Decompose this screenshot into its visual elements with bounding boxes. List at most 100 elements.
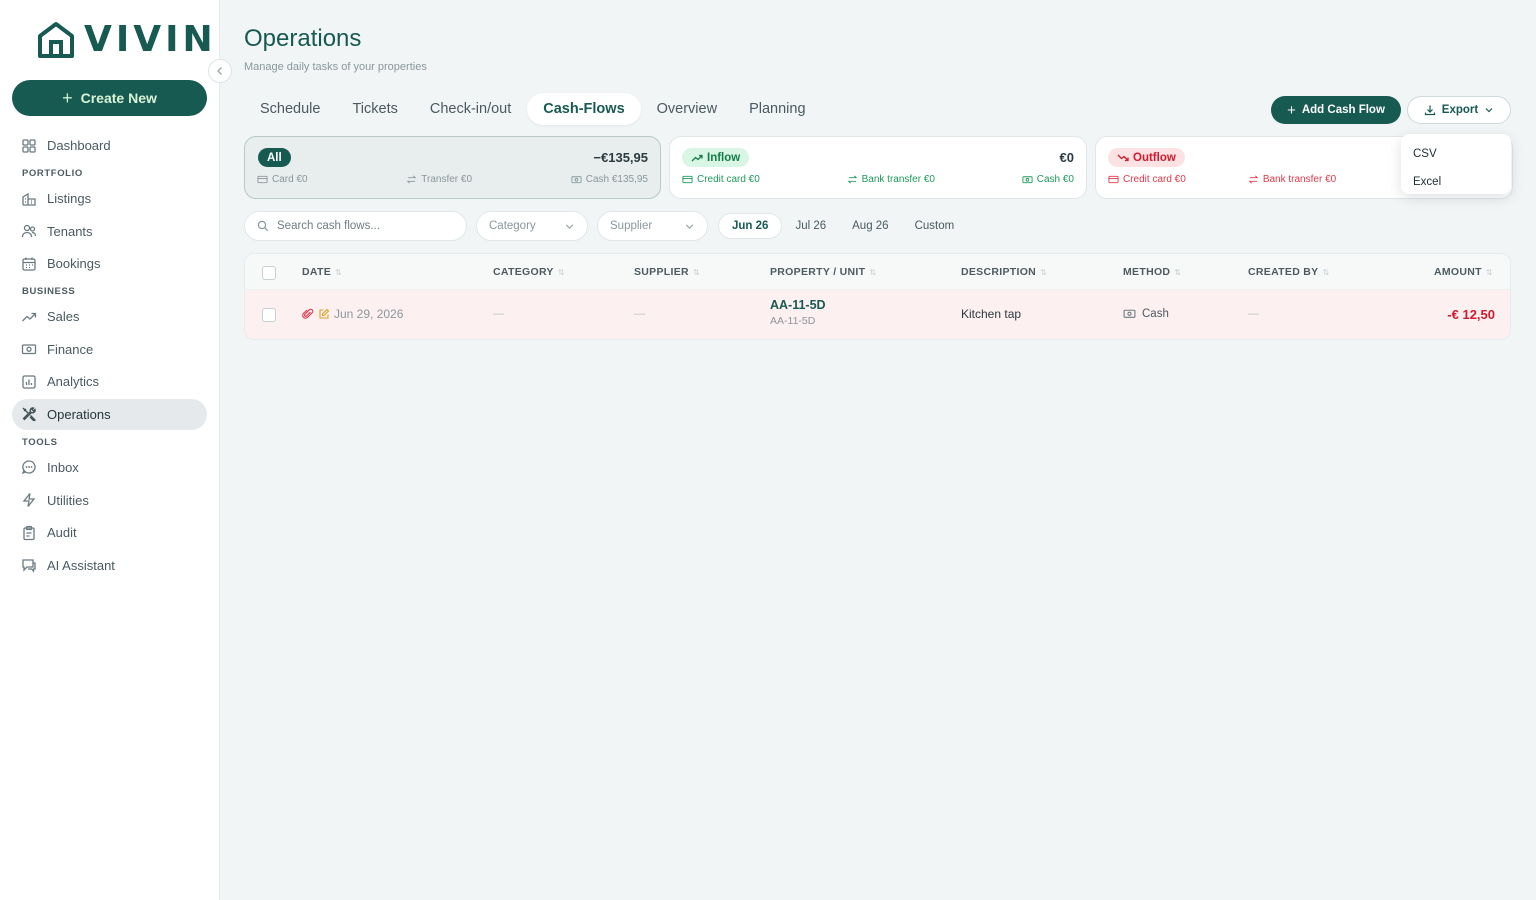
inflow-cash-cell: Cash €0 [1022,174,1074,185]
row-property[interactable]: AA-11-5D [770,298,826,312]
export-option-excel[interactable]: Excel [1401,168,1511,196]
add-cash-flow-label: Add Cash Flow [1301,104,1385,116]
chevron-down-icon [565,223,574,229]
tab-schedule[interactable]: Schedule [244,93,336,125]
month-jul-26[interactable]: Jul 26 [782,213,839,239]
column-created-by[interactable]: CREATED BY ⇅ [1248,266,1330,278]
sort-icon: ⇅ [1174,267,1182,277]
category-select[interactable]: Category [476,211,588,241]
outflow-badge-label: Outflow [1133,151,1176,164]
tab-tickets[interactable]: Tickets [336,93,413,125]
row-amount: -€ 12,50 [1447,307,1495,322]
summary-card-inflow[interactable]: Inflow €0 Credit card €0 Bank transfer €… [669,136,1087,199]
column-amount[interactable]: AMOUNT ⇅ [1434,266,1493,278]
all-cash-amount: Cash €135,95 [585,174,648,185]
sidebar-item-operations[interactable]: Operations [12,398,207,430]
cash-icon [571,176,582,184]
trending-up-icon [22,312,37,322]
sidebar-item-dashboard[interactable]: Dashboard [12,130,207,161]
collapse-sidebar-button[interactable] [208,59,232,83]
month-aug-26[interactable]: Aug 26 [839,213,901,239]
sidebar-item-label: Operations [47,406,111,422]
tab-cash-flows[interactable]: Cash-Flows [527,93,641,125]
month-custom[interactable]: Custom [902,213,968,239]
sidebar-item-inbox[interactable]: Inbox [12,452,207,483]
all-cash-cell: Cash €135,95 [571,174,648,185]
export-button[interactable]: Export [1407,96,1511,124]
table-header: DATE ⇅ CATEGORY ⇅ SUPPLIER ⇅ PROPERTY / UNI… [245,254,1510,290]
inflow-cash-amount: Cash €0 [1036,174,1074,185]
house-logo-icon [38,22,74,58]
logo[interactable]: VIVIN [36,20,217,60]
sidebar-section-tools: TOOLS [22,436,58,448]
row-supplier: — [634,308,645,320]
row-description: Kitchen tap [961,307,1022,321]
table-row[interactable]: Jun 29, 2026 — — AA-11-5D AA-11-5D Kitch… [245,290,1510,339]
export-label: Export [1441,104,1479,116]
all-badge: All [258,148,291,167]
all-card-cell: Card €0 [257,174,308,185]
transfer-icon [1248,175,1259,184]
chat-icon [21,460,36,475]
sidebar-item-ai-assistant[interactable]: AI Assistant [12,550,207,581]
sidebar-item-audit[interactable]: Audit [12,517,207,548]
column-method[interactable]: METHOD ⇅ [1123,266,1181,278]
row-method-text: Cash [1142,307,1169,320]
sidebar: VIVIN + Create New Dashboard PORTFOLIO L… [0,0,220,900]
supplier-select[interactable]: Supplier [597,211,708,241]
row-checkbox[interactable] [262,308,276,322]
select-all-checkbox[interactable] [262,266,276,280]
building-icon [22,192,36,206]
sort-icon: ⇅ [692,267,700,277]
outflow-transfer-cell: Bank transfer €0 [1248,174,1336,185]
outflow-transfer-amount: Bank transfer €0 [1262,174,1337,185]
add-cash-flow-button[interactable]: + Add Cash Flow [1271,96,1401,124]
category-select-label: Category [489,220,536,232]
sidebar-item-utilities[interactable]: Utilities [12,485,207,516]
credit-card-icon [682,175,693,184]
outflow-card-amount: Credit card €0 [1123,174,1186,185]
sidebar-item-sales[interactable]: Sales [12,301,207,332]
sidebar-item-finance[interactable]: Finance [12,334,207,365]
cash-icon [1022,176,1033,184]
month-jun-26[interactable]: Jun 26 [718,213,783,239]
users-icon [21,224,37,238]
column-description[interactable]: DESCRIPTION ⇅ [961,266,1047,278]
main-content: Operations Manage daily tasks of your pr… [220,0,1536,900]
bar-chart-icon [22,375,36,389]
clipboard-icon [23,525,35,540]
create-new-button[interactable]: + Create New [12,80,207,116]
sidebar-item-label: Analytics [47,374,100,390]
sidebar-item-listings[interactable]: Listings [12,183,207,214]
column-category[interactable]: CATEGORY ⇅ [493,266,565,278]
all-breakdown: Card €0 Transfer €0 Cash €135,95 [257,174,648,185]
trending-up-icon [691,154,703,161]
chevron-left-icon [217,67,222,75]
sidebar-item-bookings[interactable]: Bookings [12,248,207,279]
row-method: Cash [1123,307,1169,320]
row-date-text: Jun 29, 2026 [334,307,404,321]
inflow-card-cell: Credit card €0 [682,174,760,185]
column-property-unit[interactable]: PROPERTY / UNIT ⇅ [770,266,876,278]
plus-icon: + [62,88,73,108]
sidebar-item-tenants[interactable]: Tenants [12,216,207,247]
column-date[interactable]: DATE ⇅ [302,266,342,278]
column-supplier[interactable]: SUPPLIER ⇅ [634,266,700,278]
cash-icon [1123,309,1136,318]
row-property-unit[interactable]: AA-11-5D AA-11-5D [770,298,826,327]
tab-overview[interactable]: Overview [641,93,733,125]
inflow-badge-label: Inflow [707,151,741,164]
sidebar-item-label: Audit [47,525,77,541]
summary-card-all[interactable]: All −€135,95 Card €0 Transfer €0 Cash €1… [244,136,661,199]
row-category: — [493,308,504,320]
export-option-csv[interactable]: CSV [1401,140,1511,168]
all-transfer-amount: Transfer €0 [421,174,473,185]
inflow-card-amount: Credit card €0 [697,174,760,185]
tab-planning[interactable]: Planning [733,93,821,125]
search-input[interactable] [277,220,447,232]
grid-icon [22,138,36,153]
ai-chat-icon [22,559,36,573]
tab-check-in-out[interactable]: Check-in/out [414,93,527,125]
sidebar-item-analytics[interactable]: Analytics [12,366,207,397]
search-box[interactable] [244,211,467,241]
